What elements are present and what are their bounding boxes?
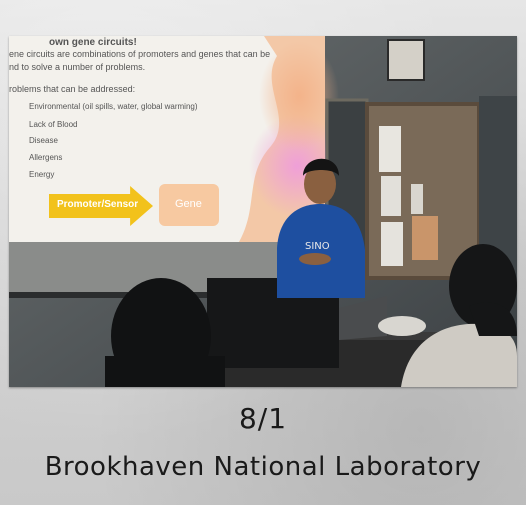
slide-intro-line-2: nd to solve a number of problems. <box>9 62 146 72</box>
slide-bullet: Disease <box>29 136 58 145</box>
posted-photo <box>412 216 438 260</box>
slide-intro-line-1: ene circuits are combinations of promote… <box>9 49 271 59</box>
slide-bullet: Energy <box>29 170 55 179</box>
svg-text:SINO: SINO <box>305 241 330 252</box>
slide-problems-heading: roblems that can be addressed: <box>9 84 136 94</box>
gene-label: Gene <box>175 198 202 210</box>
posted-paper-1 <box>379 126 401 172</box>
caption-place: Brookhaven National Laboratory <box>44 452 482 482</box>
slide-bullet: Allergens <box>29 153 63 162</box>
audience-body-left <box>105 356 225 387</box>
posted-paper-3 <box>411 184 423 214</box>
posted-paper-4 <box>381 222 403 266</box>
caption-date: 8/1 <box>238 402 288 435</box>
promoter-label: Promoter/Sensor <box>57 199 139 210</box>
slide-bullet: Lack of Blood <box>29 120 78 129</box>
posted-paper-2 <box>381 176 401 216</box>
slide-bullet: Environmental (oil spills, water, global… <box>29 102 198 111</box>
photograph: SINO own gene circuits! ene circuits are… <box>9 36 517 387</box>
wall-frame <box>387 39 425 81</box>
papers-on-desk <box>378 316 426 336</box>
slide-heading: own gene circuits! <box>49 37 137 48</box>
